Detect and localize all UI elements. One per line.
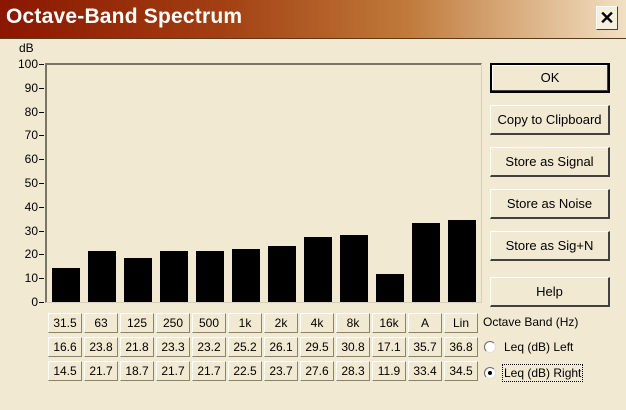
- band-label-cell: A: [408, 313, 442, 333]
- band-label-cell: 16k: [372, 313, 406, 333]
- spectrum-bar: [448, 220, 476, 302]
- band-label-cell: 63: [84, 313, 118, 333]
- leq-right-cell: 21.7: [156, 361, 190, 381]
- leq-left-cell: 17.1: [372, 337, 406, 357]
- y-axis-unit: dB: [19, 41, 34, 55]
- spectrum-chart: [45, 63, 482, 303]
- close-icon[interactable]: ✕: [596, 6, 618, 30]
- spectrum-bar: [52, 268, 80, 302]
- spectrum-bar: [340, 235, 368, 302]
- band-label-cell: 1k: [228, 313, 262, 333]
- window-title: Octave-Band Spectrum: [6, 5, 243, 28]
- spectrum-bar: [160, 251, 188, 302]
- leq-left-cell: 36.8: [444, 337, 478, 357]
- y-tick-label: 10: [24, 271, 38, 286]
- y-tick-mark: [39, 135, 44, 136]
- y-tick-mark: [39, 278, 44, 279]
- leq-left-cell: 16.6: [48, 337, 82, 357]
- leq-right-cell: 23.7: [264, 361, 298, 381]
- spectrum-bar: [124, 258, 152, 302]
- y-tick-mark: [39, 159, 44, 160]
- leq-right-cell: 11.9: [372, 361, 406, 381]
- leq-left-cell: 30.8: [336, 337, 370, 357]
- band-label-cell: 2k: [264, 313, 298, 333]
- spectrum-bar: [268, 246, 296, 302]
- y-tick-mark: [39, 112, 44, 113]
- spectrum-bar: [376, 274, 404, 302]
- plot-area: [47, 65, 482, 303]
- ok-button[interactable]: OK: [490, 63, 610, 93]
- spectrum-bar: [304, 237, 332, 302]
- y-tick-label: 40: [24, 199, 38, 214]
- y-tick-label: 90: [24, 80, 38, 95]
- leq-left-cell: 29.5: [300, 337, 334, 357]
- leq-right-cell: 18.7: [120, 361, 154, 381]
- leq-right-cell: 22.5: [228, 361, 262, 381]
- leq-left-cell: 23.3: [156, 337, 190, 357]
- leq-right-cell: 21.7: [84, 361, 118, 381]
- y-tick-mark: [39, 231, 44, 232]
- radio-label: Leq (dB) Left: [504, 340, 574, 354]
- radio-button[interactable]: [484, 367, 496, 379]
- y-tick-mark: [39, 302, 44, 303]
- store-as-sig-n-button[interactable]: Store as Sig+N: [490, 231, 610, 261]
- spectrum-bar: [412, 223, 440, 302]
- band-label-cell: 31.5: [48, 313, 82, 333]
- y-tick-mark: [39, 207, 44, 208]
- radio-button[interactable]: [484, 341, 496, 353]
- y-tick-mark: [39, 88, 44, 89]
- leq-left-cell: 35.7: [408, 337, 442, 357]
- help-button[interactable]: Help: [490, 277, 610, 307]
- leq-left-cell: 25.2: [228, 337, 262, 357]
- y-tick-label: 100: [17, 57, 38, 71]
- leq-right-cell: 33.4: [408, 361, 442, 381]
- copy-to-clipboard-button[interactable]: Copy to Clipboard: [490, 105, 610, 135]
- y-tick-label: 0: [31, 295, 38, 309]
- y-tick-mark: [39, 183, 44, 184]
- y-tick-mark: [39, 254, 44, 255]
- leq-right-cell: 28.3: [336, 361, 370, 381]
- band-label-cell: 250: [156, 313, 190, 333]
- spectrum-bar: [88, 251, 116, 302]
- title-bar[interactable]: Octave-Band Spectrum ✕: [0, 0, 626, 39]
- radio-label: Leq (dB) Right: [501, 364, 584, 382]
- band-label-cell: 8k: [336, 313, 370, 333]
- store-as-noise-button[interactable]: Store as Noise: [490, 189, 610, 219]
- y-tick-mark: [39, 64, 44, 65]
- band-heading: Octave Band (Hz): [483, 315, 579, 329]
- leq-left-cell: 23.2: [192, 337, 226, 357]
- y-tick-label: 60: [24, 152, 38, 167]
- y-tick-label: 30: [24, 223, 38, 238]
- y-tick-label: 20: [24, 247, 38, 262]
- y-tick-label: 70: [24, 128, 38, 143]
- leq-left-cell: 23.8: [84, 337, 118, 357]
- y-tick-label: 80: [24, 104, 38, 119]
- band-label-cell: 125: [120, 313, 154, 333]
- spectrum-bar: [232, 249, 260, 302]
- leq-right-cell: 14.5: [48, 361, 82, 381]
- leq-right-cell: 27.6: [300, 361, 334, 381]
- band-label-cell: 4k: [300, 313, 334, 333]
- store-as-signal-button[interactable]: Store as Signal: [490, 147, 610, 177]
- leq-right-cell: 34.5: [444, 361, 478, 381]
- leq-right-cell: 21.7: [192, 361, 226, 381]
- radio-dot: [488, 371, 492, 375]
- leq-left-cell: 26.1: [264, 337, 298, 357]
- band-label-cell: Lin: [444, 313, 478, 333]
- band-label-cell: 500: [192, 313, 226, 333]
- leq-left-cell: 21.8: [120, 337, 154, 357]
- y-tick-label: 50: [24, 176, 38, 190]
- spectrum-bar: [196, 251, 224, 302]
